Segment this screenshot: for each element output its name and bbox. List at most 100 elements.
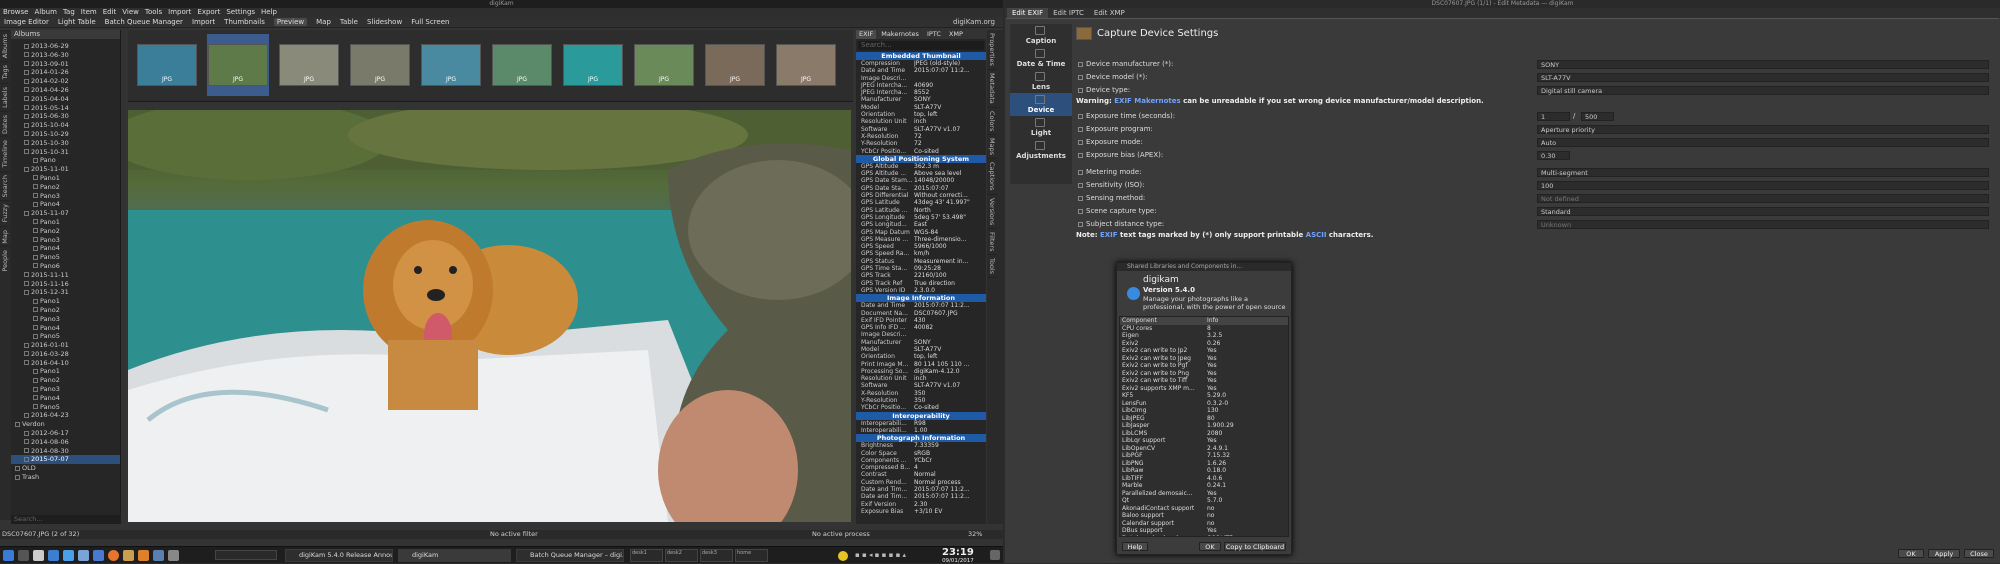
meta-tab-exif[interactable]: EXIF	[856, 30, 877, 39]
album-item[interactable]: 2014-08-30	[11, 447, 120, 456]
album-item[interactable]: Pano3	[11, 236, 120, 245]
metadata-row[interactable]: X-Resolution 350	[856, 390, 986, 397]
sidebar-tab-albums[interactable]: Albums	[0, 30, 10, 62]
metadata-section-header[interactable]: Global Positioning System	[856, 154, 986, 163]
metadata-row[interactable]: Date and Tim... 2015:07:07 11:2...	[856, 493, 986, 500]
metadata-row[interactable]: GPS Latitude 43deg 43' 41.997"	[856, 199, 986, 206]
metadata-row[interactable]: GPS Status Measurement in...	[856, 258, 986, 265]
manufacturer-checkbox[interactable]	[1078, 61, 1083, 67]
toolbar-map[interactable]: Map	[316, 18, 331, 26]
albums-search-input[interactable]: Search...	[11, 515, 121, 524]
note-exif-link[interactable]: EXIF	[1100, 231, 1118, 239]
menu-edit[interactable]: Edit	[103, 8, 117, 17]
album-item[interactable]: Pano6	[11, 262, 120, 271]
component-row[interactable]: Exiv2 can write to Png Yes	[1120, 370, 1288, 378]
scene-select[interactable]: Standard	[1537, 207, 1989, 216]
exposure-den-spinbox[interactable]: 500	[1581, 112, 1614, 121]
exposure-program-checkbox[interactable]	[1078, 126, 1083, 132]
metering-checkbox[interactable]	[1078, 169, 1083, 175]
metadata-row[interactable]: Orientation top, left	[856, 353, 986, 360]
metadata-row[interactable]: Interoperabili... 1.00	[856, 427, 986, 434]
thumbnail[interactable]: JPG	[704, 34, 766, 96]
metadata-row[interactable]: GPS Info IFD ... 40082	[856, 324, 986, 331]
exposure-mode-select[interactable]: Auto	[1537, 138, 1989, 147]
metadata-row[interactable]: GPS Measure ... Three-dimensio...	[856, 236, 986, 243]
album-item[interactable]: 2015-10-31	[11, 148, 120, 157]
metadata-row[interactable]: GPS Date Stam... 14048/20000	[856, 177, 986, 184]
metadata-row[interactable]: YCbCr Positio... Co-sited	[856, 404, 986, 411]
component-row[interactable]: AkonadiContact support no	[1120, 505, 1288, 513]
album-item[interactable]: Pano4	[11, 244, 120, 253]
metadata-row[interactable]: GPS Date Sta... 2015:07:07	[856, 185, 986, 192]
toolbar-table[interactable]: Table	[340, 18, 358, 26]
thumbnail[interactable]: JPG	[349, 34, 411, 96]
album-item[interactable]: Pano4	[11, 200, 120, 209]
album-item[interactable]: Verdon	[11, 420, 120, 429]
status-zoom[interactable]: 32%	[968, 530, 982, 539]
album-item[interactable]: 2015-05-14	[11, 104, 120, 113]
album-item[interactable]: Pano4	[11, 394, 120, 403]
task-batch-queue[interactable]: Batch Queue Manager – digi...	[516, 549, 624, 562]
right-tab-filters[interactable]: Filters	[987, 229, 997, 256]
metadata-row[interactable]: GPS Speed Ra... km/h	[856, 250, 986, 257]
metadata-row[interactable]: X-Resolution 72	[856, 133, 986, 140]
metadata-row[interactable]: GPS Longitude 5deg 57' 53.498"	[856, 214, 986, 221]
album-item[interactable]: Pano2	[11, 306, 120, 315]
metadata-row[interactable]: Date and Time 2015:07:07 11:2...	[856, 67, 986, 74]
browser-icon[interactable]	[63, 550, 74, 561]
component-row[interactable]: Database backendQSQLITE	[1120, 535, 1288, 537]
task-release-announce[interactable]: digiKam 5.4.0 Release Announ...	[285, 549, 393, 562]
album-item[interactable]: Pano3	[11, 385, 120, 394]
right-tab-colors[interactable]: Colors	[987, 108, 997, 135]
right-tab-captions[interactable]: Captions	[987, 159, 997, 195]
right-tab-versions[interactable]: Versions	[987, 195, 997, 229]
album-item[interactable]: 2016-01-01	[11, 341, 120, 350]
app-icon[interactable]	[168, 550, 179, 561]
metadata-row[interactable]: Model SLT-A77V	[856, 104, 986, 111]
album-item[interactable]: 2013-09-01	[11, 60, 120, 69]
metadata-row[interactable]: Custom Rend... Normal process	[856, 479, 986, 486]
metadata-row[interactable]: Exif Version 2.30	[856, 501, 986, 508]
metadata-row[interactable]: Compressed B... 4	[856, 464, 986, 471]
menu-tools[interactable]: Tools	[145, 8, 162, 17]
metadata-row[interactable]: Y-Resolution 72	[856, 140, 986, 147]
kate-icon[interactable]	[153, 550, 164, 561]
toolbar-preview[interactable]: Preview	[273, 18, 308, 26]
exposure-program-select[interactable]: Aperture priority	[1537, 125, 1989, 134]
metadata-section-header[interactable]: Image Information	[856, 294, 986, 303]
metadata-row[interactable]: Exposure Bias +3/10 EV	[856, 508, 986, 515]
edit-ok-button[interactable]: OK	[1898, 549, 1924, 558]
warning-makernotes-link[interactable]: Makernotes	[1134, 97, 1180, 105]
album-item[interactable]: 2014-08-06	[11, 438, 120, 447]
model-input[interactable]: SLT-A77V	[1537, 73, 1989, 82]
album-item[interactable]: Pano1	[11, 297, 120, 306]
album-item[interactable]: 2015-11-11	[11, 271, 120, 280]
exposure-bias-spinbox[interactable]: 0.30	[1537, 151, 1570, 160]
metadata-row[interactable]: Processing So... digiKam-4.12.0	[856, 368, 986, 375]
album-item[interactable]: 2015-04-04	[11, 95, 120, 104]
metadata-row[interactable]: Y-Resolution 350	[856, 397, 986, 404]
category-light[interactable]: Light	[1010, 116, 1072, 139]
model-checkbox[interactable]	[1078, 74, 1083, 80]
firefox-icon[interactable]	[108, 550, 119, 561]
album-item[interactable]: 2015-10-04	[11, 121, 120, 130]
menu-help[interactable]: Help	[261, 8, 277, 17]
thumbnail[interactable]: JPG	[420, 34, 482, 96]
album-item[interactable]: Trash	[11, 473, 120, 482]
component-row[interactable]: LibPNG 1.6.26	[1120, 460, 1288, 468]
metadata-row[interactable]: GPS Map Datum WGS-84	[856, 229, 986, 236]
pager-desktop-4[interactable]: home	[735, 549, 768, 562]
album-item[interactable]: Pano3	[11, 192, 120, 201]
album-item[interactable]: 2015-11-07	[11, 209, 120, 218]
metadata-row[interactable]: GPS Latitude ... North	[856, 207, 986, 214]
copy-to-clipboard-button[interactable]: Copy to Clipboard	[1224, 542, 1286, 551]
component-row[interactable]: LibLCMS 2080	[1120, 430, 1288, 438]
about-ok-button[interactable]: OK	[1199, 542, 1221, 551]
show-desktop-icon[interactable]	[18, 550, 29, 561]
meta-tab-iptc[interactable]: IPTC	[924, 30, 944, 39]
metadata-row[interactable]: Resolution Unit inch	[856, 375, 986, 382]
component-row[interactable]: LibOpenCV 2.4.9.1	[1120, 445, 1288, 453]
note-ascii-link[interactable]: ASCII	[1306, 231, 1327, 239]
component-row[interactable]: LibTIFF 4.0.6	[1120, 475, 1288, 483]
metadata-row[interactable]: Manufacturer SONY	[856, 96, 986, 103]
